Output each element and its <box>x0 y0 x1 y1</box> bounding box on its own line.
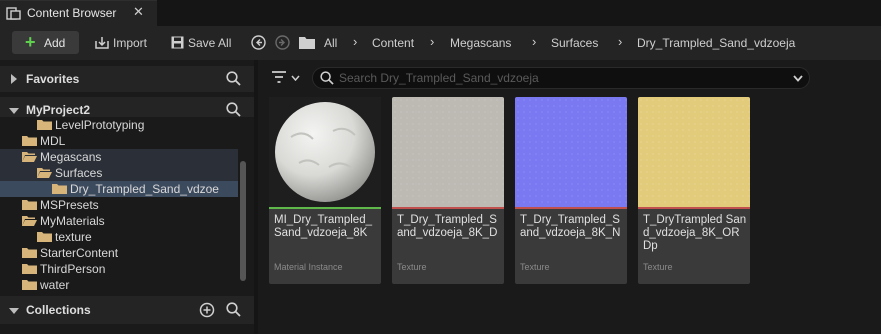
tree-item-label: water <box>40 278 70 292</box>
search-input[interactable] <box>339 70 779 86</box>
folder-icon <box>22 248 37 258</box>
save-all-button[interactable]: Save All <box>188 36 231 50</box>
save-icon <box>171 36 184 49</box>
folder-icon <box>22 200 37 210</box>
close-icon[interactable]: ✕ <box>133 5 144 19</box>
breadcrumb-separator: › <box>430 34 435 49</box>
folder-icon <box>52 184 67 194</box>
chevron-down-icon[interactable] <box>793 75 803 82</box>
project-title: MyProject2 <box>26 103 91 117</box>
asset-type: Material Instance <box>274 262 343 272</box>
asset-tile[interactable]: T_DryTrampled Sand_vdzoeja_8K_ORDp Textu… <box>638 97 750 284</box>
favorites-title: Favorites <box>26 72 80 86</box>
asset-type-bar <box>392 207 504 209</box>
tree-item[interactable]: Dry_Trampled_Sand_vdzoe <box>0 181 238 197</box>
folder-tree: LevelPrototyping MDL Megascans Surfaces Dry_… <box>0 117 254 293</box>
asset-thumbnail <box>638 97 750 207</box>
breadcrumb-separator: › <box>353 34 358 49</box>
collapse-arrow-icon <box>9 308 19 314</box>
tree-item[interactable]: Surfaces <box>0 165 238 181</box>
folder-open-icon <box>22 152 37 162</box>
folder-icon <box>299 37 315 49</box>
tree-item[interactable]: StarterContent <box>0 245 238 261</box>
tree-item[interactable]: MSPresets <box>0 197 238 213</box>
breadcrumb-separator: › <box>532 34 537 49</box>
tree-item-label: LevelPrototyping <box>55 118 145 132</box>
search-icon[interactable] <box>226 71 241 86</box>
tree-item-label: ThirdPerson <box>40 262 106 276</box>
tree-item[interactable]: texture <box>0 229 238 245</box>
asset-search[interactable] <box>312 67 810 89</box>
tree-item-label: StarterContent <box>40 246 119 260</box>
add-circle-icon[interactable] <box>199 302 215 318</box>
tree-item[interactable]: water <box>0 277 238 293</box>
breadcrumb-content[interactable]: Content <box>372 36 414 50</box>
breadcrumb-all[interactable]: All <box>324 36 337 50</box>
plus-icon: + <box>25 32 36 52</box>
asset-tile[interactable]: MI_Dry_Trampled_Sand_vdzoeja_8K Material… <box>269 97 381 284</box>
tree-item-label: Megascans <box>40 150 102 164</box>
tree-item[interactable]: MDL <box>0 133 238 149</box>
folder-open-icon <box>22 216 37 226</box>
filter-icon[interactable] <box>271 70 287 84</box>
tree-item[interactable]: Megascans <box>0 149 238 165</box>
search-icon[interactable] <box>226 302 241 317</box>
tree-item-label: MyMaterials <box>40 214 105 228</box>
asset-type: Texture <box>397 262 427 272</box>
content-browser-icon <box>6 7 21 20</box>
tree-item[interactable]: MyMaterials <box>0 213 238 229</box>
forward-icon[interactable] <box>275 35 290 50</box>
breadcrumb-surfaces[interactable]: Surfaces <box>551 36 598 50</box>
favorites-header[interactable]: Favorites <box>0 66 254 92</box>
back-icon[interactable] <box>251 35 266 50</box>
asset-type: Texture <box>643 262 673 272</box>
collections-title: Collections <box>26 303 91 317</box>
folder-icon <box>22 280 37 290</box>
folder-icon <box>22 136 37 146</box>
import-button[interactable]: Import <box>113 36 147 50</box>
asset-tile[interactable]: T_Dry_Trampled_Sand_vdzoeja_8K_N Texture <box>515 97 627 284</box>
tree-item-label: MDL <box>40 134 66 148</box>
tree-item-label: MSPresets <box>40 198 99 212</box>
asset-thumbnail <box>515 97 627 207</box>
tree-scrollbar[interactable] <box>240 161 246 281</box>
toolbar: + Add Import Save All All › Content › Me… <box>0 26 881 60</box>
folder-open-icon <box>37 168 52 178</box>
search-icon <box>320 71 334 85</box>
asset-name: T_Dry_Trampled_Sand_vdzoeja_8K_D <box>397 214 498 239</box>
asset-name: T_DryTrampled Sand_vdzoeja_8K_ORDp <box>643 214 747 252</box>
asset-name: T_Dry_Trampled_Sand_vdzoeja_8K_N <box>520 214 621 239</box>
folder-icon <box>37 232 52 242</box>
asset-thumbnail <box>269 97 381 207</box>
asset-thumbnail <box>392 97 504 207</box>
asset-type-bar <box>515 207 627 209</box>
folder-icon <box>37 120 52 130</box>
import-icon <box>95 37 109 49</box>
breadcrumb-megascans[interactable]: Megascans <box>450 36 511 50</box>
collapse-arrow-icon <box>9 108 19 114</box>
add-label: Add <box>44 36 66 50</box>
asset-type: Texture <box>520 262 550 272</box>
tab-title: Content Browser <box>27 6 117 20</box>
chevron-down-icon[interactable] <box>291 75 300 81</box>
collections-header[interactable]: Collections <box>0 296 254 324</box>
asset-name: MI_Dry_Trampled_Sand_vdzoeja_8K <box>274 214 372 239</box>
search-icon[interactable] <box>226 102 241 117</box>
asset-tile[interactable]: T_Dry_Trampled_Sand_vdzoeja_8K_D Texture <box>392 97 504 284</box>
add-button[interactable]: + Add <box>12 31 79 54</box>
tab-content-browser[interactable]: Content Browser ✕ <box>0 0 157 26</box>
title-bar: Content Browser ✕ <box>0 0 881 26</box>
asset-type-bar <box>269 207 381 209</box>
asset-type-bar <box>638 207 750 209</box>
breadcrumb-separator: › <box>618 34 623 49</box>
tree-item-label: Surfaces <box>55 166 103 180</box>
folder-icon <box>22 264 37 274</box>
tree-item[interactable]: ThirdPerson <box>0 261 238 277</box>
tree-item-label: texture <box>55 230 92 244</box>
tree-item[interactable]: LevelPrototyping <box>0 117 238 133</box>
breadcrumb-current[interactable]: Dry_Trampled_Sand_vdzoeja <box>637 36 795 50</box>
expand-arrow-icon <box>11 74 17 84</box>
tree-item-label: Dry_Trampled_Sand_vdzoe <box>70 182 219 196</box>
material-sphere-icon <box>269 97 381 207</box>
